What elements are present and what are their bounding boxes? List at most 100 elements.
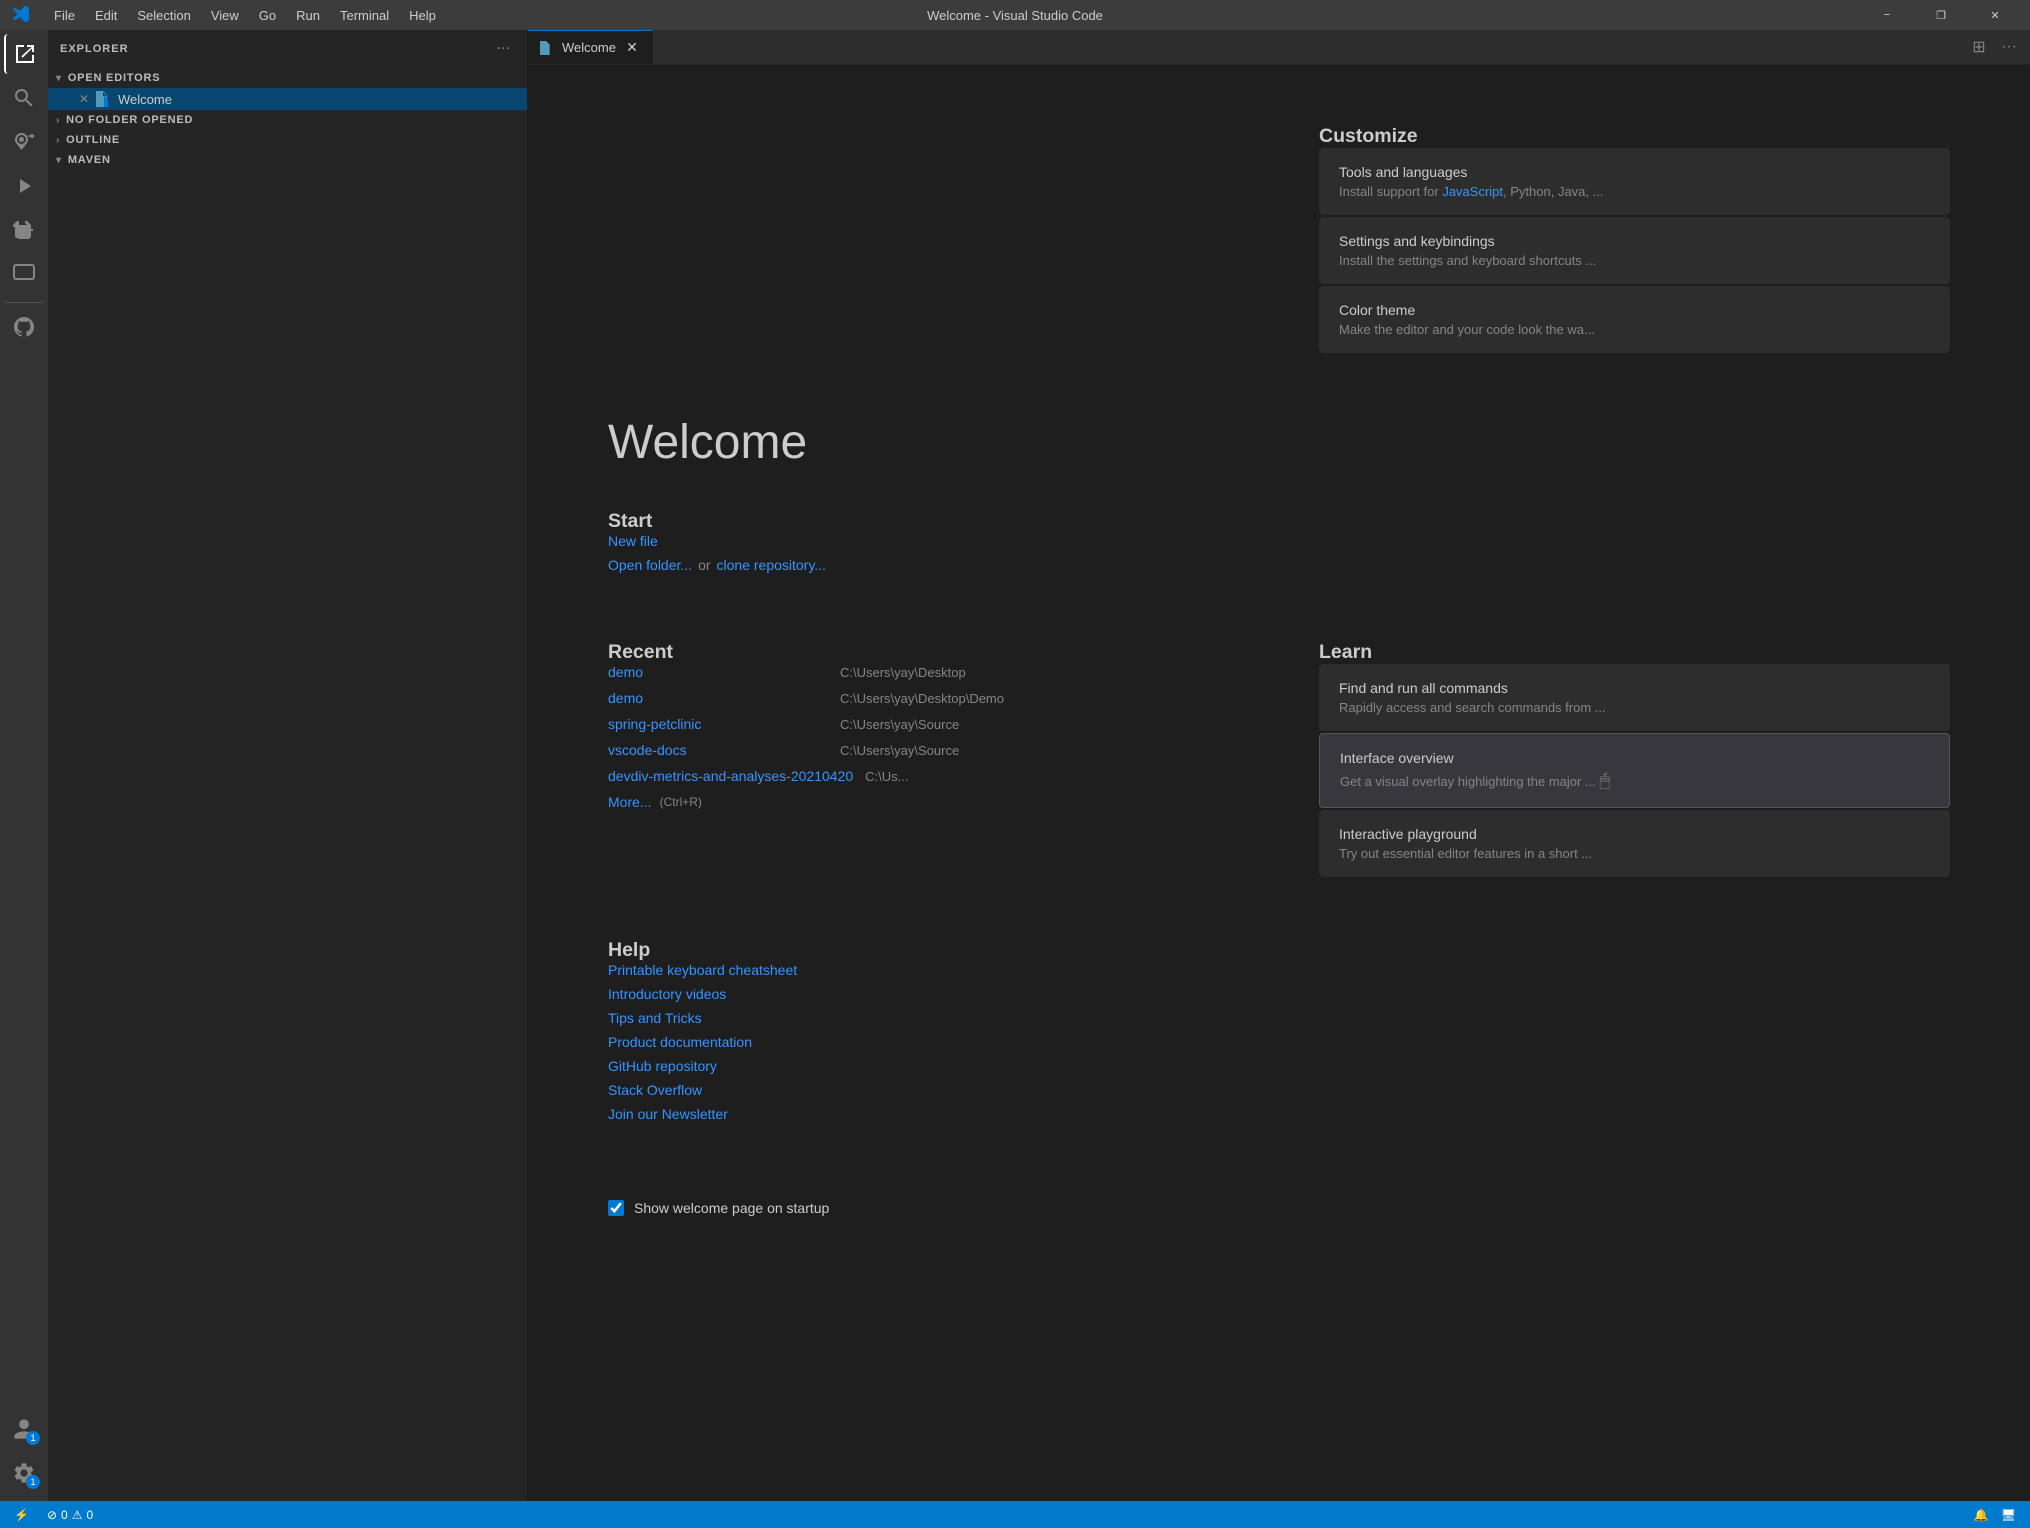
- recent-name-0[interactable]: demo: [608, 664, 828, 680]
- new-file-link[interactable]: New file: [608, 533, 1239, 549]
- learn-card-commands[interactable]: Find and run all commands Rapidly access…: [1319, 664, 1950, 731]
- help-heading: Help: [608, 939, 1239, 962]
- section-no-folder[interactable]: › No Folder Opened: [48, 110, 527, 130]
- minimize-button[interactable]: −: [1864, 0, 1910, 30]
- recent-name-4[interactable]: devdiv-metrics-and-analyses-20210420: [608, 768, 853, 784]
- settings-button[interactable]: 1: [4, 1453, 44, 1493]
- statusbar-right: 🔔 🖥: [1968, 1508, 2022, 1522]
- more-actions-button[interactable]: ···: [1996, 34, 2022, 60]
- help-docs-link[interactable]: Product documentation: [608, 1034, 1239, 1050]
- learn-card-playground[interactable]: Interactive playground Try out essential…: [1319, 810, 1950, 877]
- help-section: Help Printable keyboard cheatsheet Intro…: [608, 939, 1239, 1130]
- editor-close-button[interactable]: ✕: [76, 91, 92, 107]
- sidebar-item-explorer[interactable]: [4, 34, 44, 74]
- sidebar-item-run-debug[interactable]: [4, 166, 44, 206]
- recent-item-2: spring-petclinic C:\Users\yay\Source: [608, 716, 1239, 732]
- section-outline[interactable]: › Outline: [48, 130, 527, 150]
- customize-card-theme[interactable]: Color theme Make the editor and your cod…: [1319, 286, 1950, 353]
- more-recent-link[interactable]: More... (Ctrl+R): [608, 794, 1239, 810]
- menu-terminal[interactable]: Terminal: [332, 6, 397, 25]
- recent-name-2[interactable]: spring-petclinic: [608, 716, 828, 732]
- status-remote-right[interactable]: 🖥: [1995, 1508, 2022, 1522]
- editor-area: Welcome ✕ ⊞ ··· Welcome Start New file O…: [528, 30, 2030, 1501]
- customize-theme-desc: Make the editor and your code look the w…: [1339, 322, 1930, 337]
- maximize-button[interactable]: ❐: [1918, 0, 1964, 30]
- statusbar: ⚡ ⊘ 0 ⚠ 0 🔔 🖥: [0, 1501, 2030, 1528]
- welcome-content: Welcome Start New file Open folder... or…: [528, 65, 2030, 1501]
- menu-view[interactable]: View: [203, 6, 247, 25]
- accounts-button[interactable]: 1: [4, 1409, 44, 1449]
- help-stackoverflow-link[interactable]: Stack Overflow: [608, 1082, 1239, 1098]
- tab-file-icon: [540, 41, 554, 55]
- menu-file[interactable]: File: [46, 6, 83, 25]
- status-errors[interactable]: ⊘ 0 ⚠ 0: [41, 1501, 99, 1528]
- help-cheatsheet-link[interactable]: Printable keyboard cheatsheet: [608, 962, 1239, 978]
- section-maven[interactable]: ▾ Maven: [48, 150, 527, 170]
- open-editor-label: Welcome: [118, 92, 172, 107]
- chevron-down-icon: ▾: [56, 73, 62, 84]
- menu-go[interactable]: Go: [251, 6, 284, 25]
- customize-section: Customize Tools and languages Install su…: [1319, 125, 1950, 355]
- remote-icon: ⚡: [14, 1508, 29, 1522]
- sidebar-item-search[interactable]: [4, 78, 44, 118]
- customize-card-settings[interactable]: Settings and keybindings Install the set…: [1319, 217, 1950, 284]
- split-editor-button[interactable]: ⊞: [1966, 34, 1992, 60]
- welcome-title: Welcome: [608, 415, 1950, 470]
- warning-icon: ⚠: [72, 1508, 83, 1522]
- menu-help[interactable]: Help: [401, 6, 444, 25]
- cursor-icon: 🖱: [1599, 770, 1610, 791]
- sidebar-item-extensions[interactable]: [4, 210, 44, 250]
- customize-settings-desc: Install the settings and keyboard shortc…: [1339, 253, 1930, 268]
- recent-name-1[interactable]: demo: [608, 690, 828, 706]
- chevron-down-icon-2: ▾: [56, 155, 62, 166]
- outline-label: Outline: [66, 134, 120, 146]
- sidebar-item-remote-explorer[interactable]: [4, 254, 44, 294]
- titlebar: File Edit Selection View Go Run Terminal…: [0, 0, 2030, 30]
- menu-edit[interactable]: Edit: [87, 6, 125, 25]
- customize-theme-title: Color theme: [1339, 302, 1930, 318]
- startup-checkbox[interactable]: [608, 1200, 624, 1216]
- help-newsletter-link[interactable]: Join our Newsletter: [608, 1106, 1239, 1122]
- sidebar-more-button[interactable]: ···: [493, 38, 515, 60]
- recent-name-3[interactable]: vscode-docs: [608, 742, 828, 758]
- status-remote[interactable]: ⚡: [8, 1501, 35, 1528]
- sidebar-item-source-control[interactable]: [4, 122, 44, 162]
- sidebar-title: Explorer: [60, 43, 129, 55]
- startup-row: Show welcome page on startup: [608, 1190, 1950, 1216]
- learn-playground-title: Interactive playground: [1339, 826, 1930, 842]
- learn-card-interface[interactable]: Interface overview Get a visual overlay …: [1319, 733, 1950, 808]
- menu-run[interactable]: Run: [288, 6, 328, 25]
- customize-heading: Customize: [1319, 125, 1950, 148]
- learn-interface-desc: Get a visual overlay highlighting the ma…: [1340, 770, 1929, 791]
- startup-label: Show welcome page on startup: [634, 1200, 829, 1216]
- start-section: Start New file Open folder... or clone r…: [608, 510, 1239, 581]
- sidebar: Explorer ··· ▾ Open Editors ✕ Welcome › …: [48, 30, 528, 1501]
- customize-card-tools[interactable]: Tools and languages Install support for …: [1319, 148, 1950, 215]
- sidebar-item-github[interactable]: [4, 307, 44, 347]
- clone-repo-link[interactable]: clone repository...: [717, 557, 826, 573]
- open-editor-welcome[interactable]: ✕ Welcome: [48, 88, 527, 110]
- app-body: 1 1 Explorer ··· ▾ Open Editors ✕: [0, 30, 2030, 1501]
- titlebar-controls: − ❐ ✕: [1864, 0, 2018, 30]
- status-notifications[interactable]: 🔔: [1968, 1508, 1995, 1522]
- warning-count: 0: [86, 1508, 93, 1522]
- open-folder-link[interactable]: Open folder...: [608, 557, 692, 573]
- maven-label: Maven: [68, 154, 111, 166]
- help-videos-link[interactable]: Introductory videos: [608, 986, 1239, 1002]
- learn-interface-title: Interface overview: [1340, 750, 1929, 766]
- recent-item-1: demo C:\Users\yay\Desktop\Demo: [608, 690, 1239, 706]
- help-tips-link[interactable]: Tips and Tricks: [608, 1010, 1239, 1026]
- learn-section: Learn Find and run all commands Rapidly …: [1319, 641, 1950, 879]
- tab-bar: Welcome ✕ ⊞ ···: [528, 30, 2030, 65]
- vscode-logo-icon: [12, 5, 30, 26]
- tab-close-button[interactable]: ✕: [624, 40, 640, 56]
- section-open-editors[interactable]: ▾ Open Editors: [48, 68, 527, 88]
- close-button[interactable]: ✕: [1972, 0, 2018, 30]
- learn-commands-title: Find and run all commands: [1339, 680, 1930, 696]
- chevron-right-icon-2: ›: [56, 135, 60, 146]
- sidebar-header-icons: ···: [493, 38, 515, 60]
- window-title: Welcome - Visual Studio Code: [927, 8, 1103, 23]
- menu-selection[interactable]: Selection: [129, 6, 198, 25]
- help-github-link[interactable]: GitHub repository: [608, 1058, 1239, 1074]
- tab-welcome[interactable]: Welcome ✕: [528, 30, 653, 64]
